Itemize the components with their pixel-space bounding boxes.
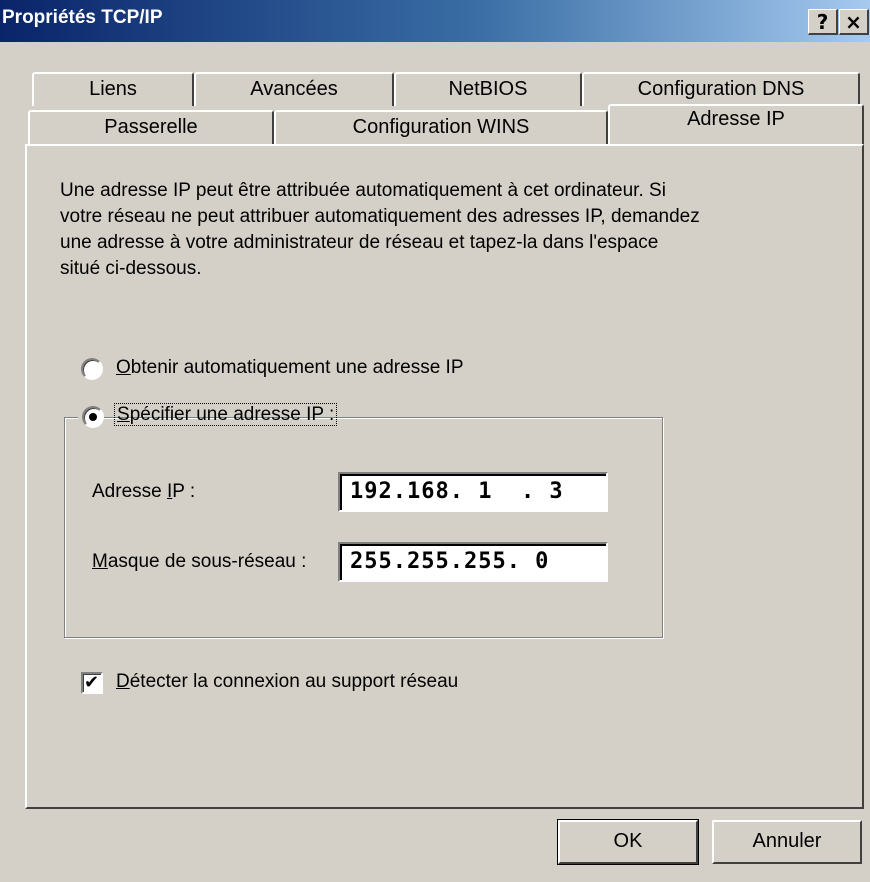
label-specify-ip[interactable]: Spécifier une adresse IP : xyxy=(114,403,338,426)
tab-liens[interactable]: Liens xyxy=(32,72,194,106)
tab-configuration-dns[interactable]: Configuration DNS xyxy=(582,72,860,106)
radio-specify-ip[interactable] xyxy=(82,406,104,428)
close-button[interactable]: × xyxy=(839,9,869,35)
radio-selected-dot xyxy=(89,413,97,421)
subnet-mask-input[interactable]: 255.255.255. 0 xyxy=(338,542,608,582)
tab-configuration-wins[interactable]: Configuration WINS xyxy=(274,110,608,144)
ok-button[interactable]: OK xyxy=(557,819,699,865)
tcpip-properties-dialog: Propriétés TCP/IP ? × Liens Avancées Net… xyxy=(0,0,870,882)
description-text: Une adresse IP peut être attribuée autom… xyxy=(60,180,700,279)
groupbox-legend: Spécifier une adresse IP : xyxy=(78,402,338,432)
window-title: Propriétés TCP/IP xyxy=(2,7,163,28)
specify-ip-groupbox xyxy=(64,417,663,638)
tab-netbios[interactable]: NetBIOS xyxy=(394,72,582,106)
checkmark-icon: ✔ xyxy=(84,672,100,693)
cancel-button[interactable]: Annuler xyxy=(712,820,862,864)
label-detect-media[interactable]: Détecter la connexion au support réseau xyxy=(116,671,458,693)
title-bar: Propriétés TCP/IP ? × xyxy=(0,0,870,42)
tab-adresse-ip[interactable]: Adresse IP xyxy=(608,104,864,144)
tab-avancees[interactable]: Avancées xyxy=(194,72,394,106)
label-subnet-mask: Masque de sous-réseau : xyxy=(92,551,307,572)
label-ip-address: Adresse IP : xyxy=(92,481,196,502)
checkbox-detect-media[interactable]: ✔ xyxy=(81,672,103,694)
tab-passerelle[interactable]: Passerelle xyxy=(28,110,274,144)
ip-address-input[interactable]: 192.168. 1 . 3 xyxy=(338,472,608,512)
help-button[interactable]: ? xyxy=(808,9,838,35)
label-obtain-auto[interactable]: Obtenir automatiquement une adresse IP xyxy=(116,357,464,379)
radio-obtain-auto[interactable] xyxy=(81,358,103,380)
